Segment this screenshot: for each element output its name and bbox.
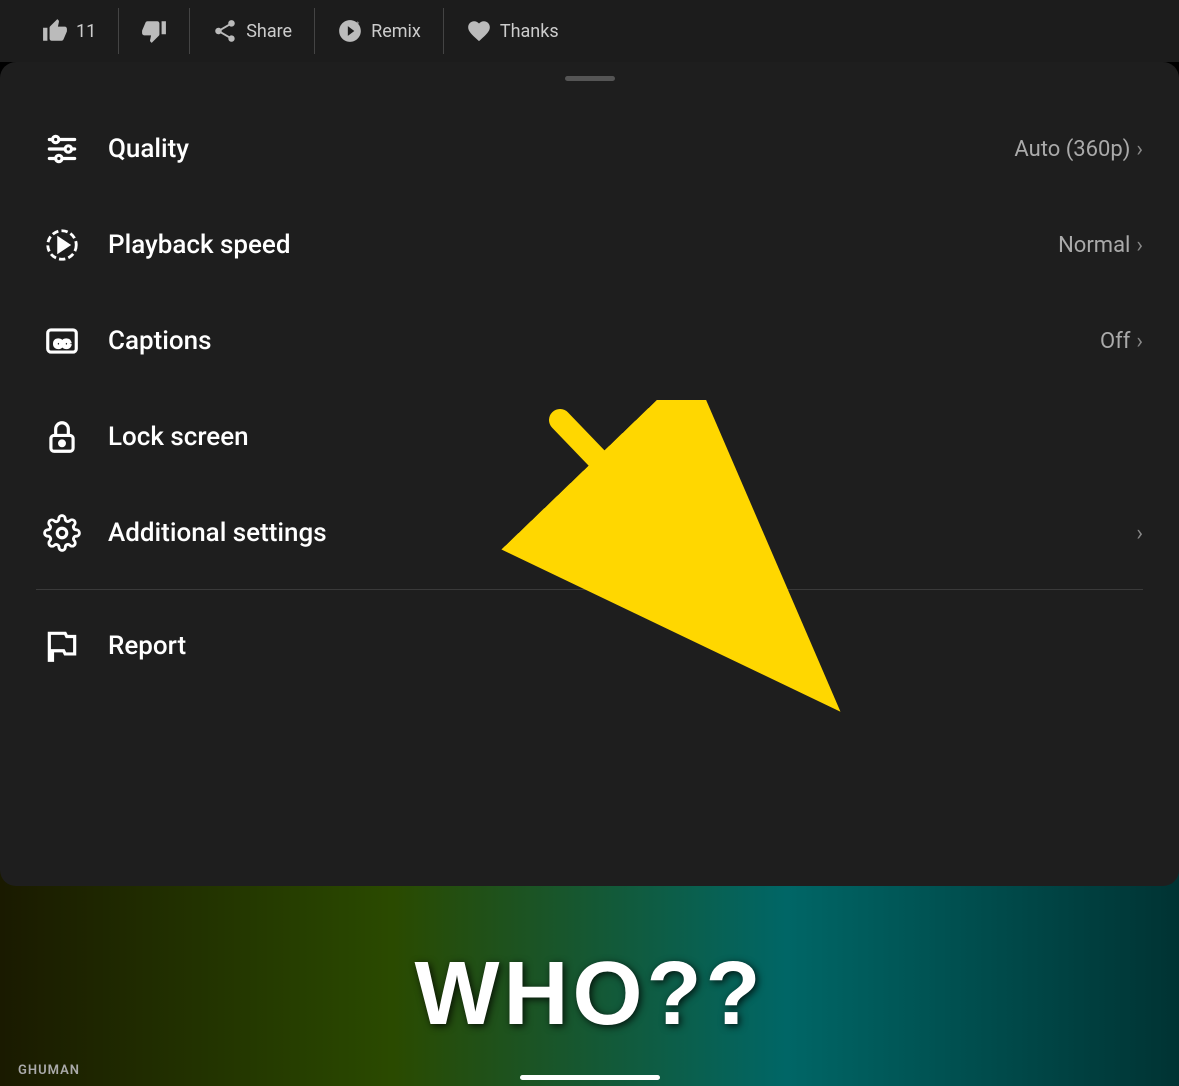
playback-speed-icon	[36, 219, 88, 271]
video-text: WHO??	[415, 943, 765, 1046]
report-label: Report	[108, 631, 1143, 661]
playback-speed-value: Normal ›	[1058, 233, 1143, 258]
video-background: WHO?? GHUMAN	[0, 866, 1179, 1086]
video-label: GHUMAN	[18, 1063, 80, 1078]
additional-settings-value: ›	[1136, 521, 1143, 546]
captions-chevron: ›	[1136, 329, 1143, 354]
like-button[interactable]: 11	[20, 8, 119, 54]
quality-icon	[36, 123, 88, 175]
quality-menu-item[interactable]: Quality Auto (360p) ›	[0, 101, 1179, 197]
share-button[interactable]: Share	[190, 8, 315, 54]
thumbs-down-icon	[141, 18, 167, 44]
additional-settings-chevron: ›	[1136, 521, 1143, 546]
share-label: Share	[246, 21, 292, 42]
lock-screen-label: Lock screen	[108, 422, 1143, 452]
lock-screen-menu-item[interactable]: Lock screen	[0, 389, 1179, 485]
captions-value: Off ›	[1100, 329, 1143, 354]
report-icon	[36, 620, 88, 672]
menu-divider	[36, 589, 1143, 590]
lock-screen-icon	[36, 411, 88, 463]
thanks-button[interactable]: Thanks	[444, 8, 581, 54]
report-menu-item[interactable]: Report	[0, 598, 1179, 694]
captions-label: Captions	[108, 326, 1100, 356]
remix-label: Remix	[371, 21, 421, 42]
like-count: 11	[76, 21, 96, 42]
bottom-sheet: Quality Auto (360p) › Playback speed Nor…	[0, 62, 1179, 886]
quality-value: Auto (360p) ›	[1014, 137, 1143, 162]
playback-speed-menu-item[interactable]: Playback speed Normal ›	[0, 197, 1179, 293]
thumbs-up-icon	[42, 18, 68, 44]
additional-settings-icon	[36, 507, 88, 559]
captions-icon: CC	[36, 315, 88, 367]
thanks-icon	[466, 18, 492, 44]
top-action-bar: 11 Share Remix Thanks	[0, 0, 1179, 62]
quality-chevron: ›	[1136, 137, 1143, 162]
quality-label: Quality	[108, 134, 1014, 164]
playback-speed-label: Playback speed	[108, 230, 1058, 260]
share-icon	[212, 18, 238, 44]
remix-button[interactable]: Remix	[315, 8, 444, 54]
additional-settings-label: Additional settings	[108, 518, 1136, 548]
playback-speed-chevron: ›	[1136, 233, 1143, 258]
captions-menu-item[interactable]: CC Captions Off ›	[0, 293, 1179, 389]
remix-icon	[337, 18, 363, 44]
thanks-label: Thanks	[500, 21, 559, 42]
dislike-button[interactable]	[119, 8, 190, 54]
svg-text:CC: CC	[54, 338, 70, 350]
additional-settings-menu-item[interactable]: Additional settings ›	[0, 485, 1179, 581]
home-indicator	[520, 1075, 660, 1080]
drag-handle[interactable]	[565, 76, 615, 81]
